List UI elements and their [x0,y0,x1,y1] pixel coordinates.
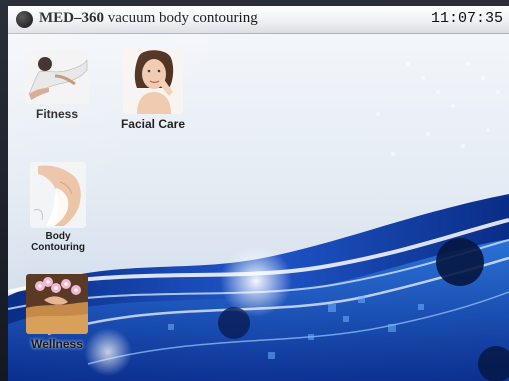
body-contouring-label-line2: Contouring [31,242,85,253]
facial-care-label: Facial Care [120,117,186,131]
clock: 11:07:35 [430,10,503,27]
wellness-icon [26,274,88,334]
touch-screen: MED–360 vacuum body contouring 11:07:35 [8,6,509,381]
fitness-icon [25,50,89,104]
app-fitness[interactable]: Fitness [22,50,92,120]
app-subtitle: vacuum body contouring [107,10,258,26]
facial-care-icon [123,48,183,114]
body-contouring-label-line1: Body [45,231,71,242]
title-bar: MED–360 vacuum body contouring 11:07:35 [8,6,509,34]
body-contouring-icon [30,162,86,228]
model-name: MED–360 [39,10,104,26]
app-wellness[interactable]: Wellness [24,274,90,350]
power-indicator-icon [16,11,33,28]
fitness-label: Fitness [35,107,78,121]
home-screen: Fitness Facial Care Body Contouring Well… [8,34,509,381]
wellness-label: Wellness [31,337,83,351]
app-facial-care[interactable]: Facial Care [114,48,192,130]
app-body-contouring[interactable]: Body Contouring [26,162,90,253]
app-title: MED–360 vacuum body contouring [39,10,258,27]
